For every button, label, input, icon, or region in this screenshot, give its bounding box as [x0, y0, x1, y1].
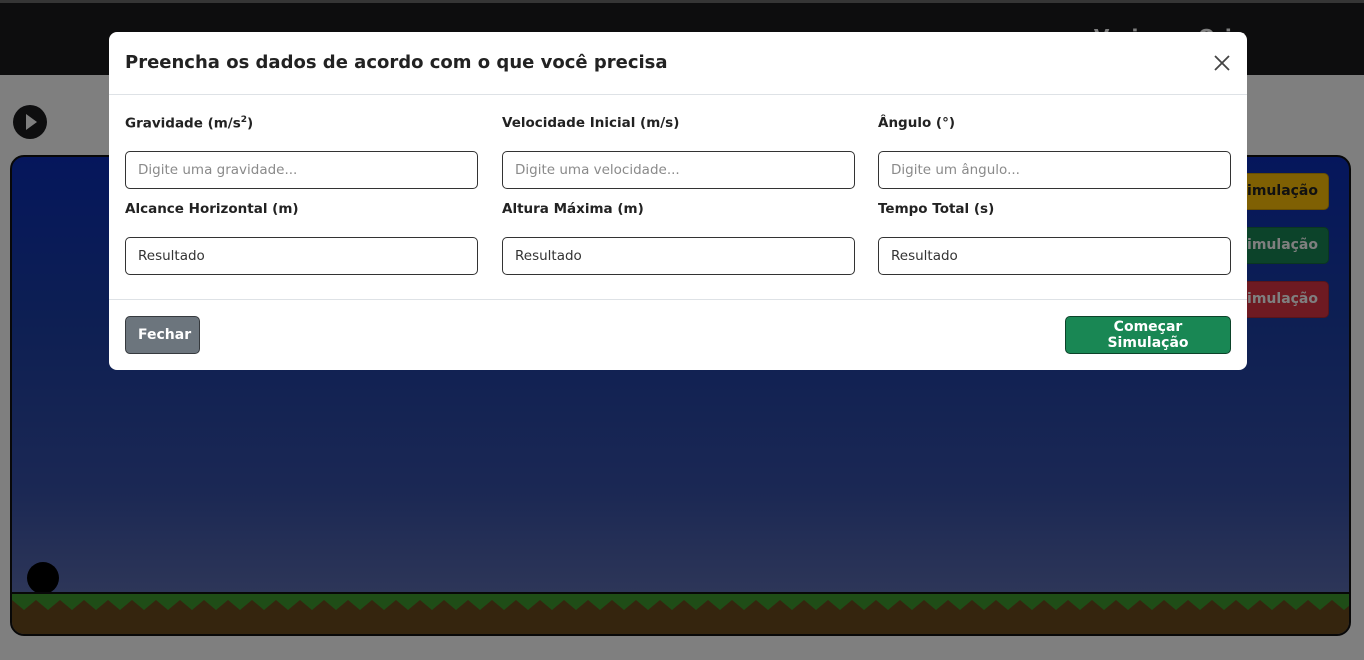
gravity-field-group: Gravidade (m/s2)	[125, 115, 478, 189]
modal-header: Preencha os dados de acordo com o que vo…	[109, 32, 1247, 95]
range-label: Alcance Horizontal (m)	[125, 201, 299, 217]
angle-input[interactable]	[878, 151, 1231, 189]
gravity-input[interactable]	[125, 151, 478, 189]
modal-body: Gravidade (m/s2) Velocidade Inicial (m/s…	[109, 95, 1247, 300]
range-output[interactable]	[125, 237, 478, 275]
velocity-field-group: Velocidade Inicial (m/s)	[502, 115, 855, 189]
max-height-label: Altura Máxima (m)	[502, 201, 644, 217]
velocity-label: Velocidade Inicial (m/s)	[502, 115, 680, 131]
range-field-group: Alcance Horizontal (m)	[125, 201, 478, 275]
velocity-input[interactable]	[502, 151, 855, 189]
max-height-field-group: Altura Máxima (m)	[502, 201, 855, 275]
gravity-label: Gravidade (m/s2)	[125, 115, 254, 132]
total-time-field-group: Tempo Total (s)	[878, 201, 1231, 275]
start-simulation-button[interactable]: Começar Simulação	[1065, 316, 1231, 354]
angle-label: Ângulo (°)	[878, 115, 956, 131]
max-height-output[interactable]	[502, 237, 855, 275]
modal-footer: Fechar Começar Simulação	[109, 300, 1247, 370]
close-icon[interactable]	[1211, 52, 1233, 74]
total-time-output[interactable]	[878, 237, 1231, 275]
angle-field-group: Ângulo (°)	[878, 115, 1231, 189]
modal-title: Preencha os dados de acordo com o que vo…	[125, 52, 668, 73]
simulation-modal: Preencha os dados de acordo com o que vo…	[109, 32, 1247, 370]
close-button[interactable]: Fechar	[125, 316, 200, 354]
total-time-label: Tempo Total (s)	[878, 201, 995, 217]
